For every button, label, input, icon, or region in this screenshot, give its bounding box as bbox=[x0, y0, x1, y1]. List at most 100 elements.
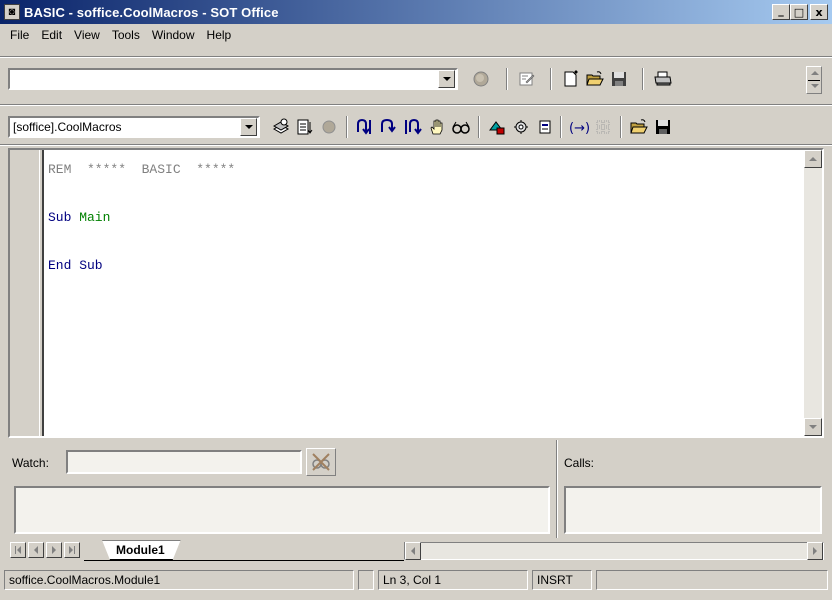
maximize-icon: □ bbox=[793, 5, 805, 19]
editor-vertical-scrollbar[interactable] bbox=[804, 150, 822, 436]
status-position: Ln 3, Col 1 bbox=[378, 570, 528, 590]
chevron-down-icon bbox=[809, 425, 817, 429]
next-tab-button[interactable] bbox=[46, 542, 62, 558]
toolbar-divider bbox=[620, 116, 622, 138]
status-spacer bbox=[358, 570, 374, 590]
step-out-icon[interactable] bbox=[402, 116, 424, 138]
code-keyword: End Sub bbox=[48, 258, 103, 273]
chevron-down-icon bbox=[244, 125, 253, 129]
menu-file[interactable]: File bbox=[4, 28, 35, 42]
library-selected: [soffice].CoolMacros bbox=[13, 120, 122, 134]
url-dropdown-button[interactable] bbox=[438, 70, 455, 88]
run-icon[interactable] bbox=[294, 116, 316, 138]
scroll-up-icon bbox=[811, 71, 819, 75]
toolbar-divider bbox=[478, 116, 480, 138]
minimize-button[interactable]: _ bbox=[772, 4, 790, 20]
toolbar-divider bbox=[506, 68, 508, 90]
app-icon[interactable]: ◙ bbox=[4, 4, 20, 20]
enable-watch-icon[interactable] bbox=[450, 116, 472, 138]
last-tab-button[interactable] bbox=[64, 542, 80, 558]
open-folder-icon[interactable] bbox=[584, 68, 606, 90]
breakpoint-gutter[interactable] bbox=[10, 150, 44, 436]
watch-input[interactable] bbox=[66, 450, 302, 474]
code-identifier: Main bbox=[71, 210, 111, 225]
tab-module1[interactable]: Module1 bbox=[102, 540, 181, 560]
toolbar-scroll-control[interactable] bbox=[806, 66, 822, 94]
scroll-down-icon bbox=[811, 84, 819, 88]
first-tab-icon bbox=[15, 546, 21, 554]
scroll-up-button[interactable] bbox=[804, 150, 822, 168]
window-bottom-edge bbox=[0, 592, 832, 600]
editor-horizontal-scrollbar[interactable] bbox=[404, 542, 824, 560]
stop-macro-icon[interactable] bbox=[318, 116, 340, 138]
remove-watch-button[interactable] bbox=[306, 448, 336, 476]
compile-icon[interactable] bbox=[270, 116, 292, 138]
code-line: REM ***** BASIC ***** bbox=[48, 158, 235, 182]
toolbar-divider bbox=[560, 116, 562, 138]
menu-bar: File Edit View Tools Window Help bbox=[0, 24, 832, 46]
menu-help[interactable]: Help bbox=[201, 28, 238, 42]
breakpoint-hand-icon[interactable] bbox=[426, 116, 448, 138]
watch-pane: Watch: bbox=[8, 440, 556, 538]
chevron-up-icon bbox=[809, 157, 817, 161]
controls-icon[interactable] bbox=[592, 116, 614, 138]
new-document-icon[interactable] bbox=[560, 68, 582, 90]
dialog-icon[interactable] bbox=[534, 116, 556, 138]
chevron-right-icon bbox=[813, 547, 817, 555]
menu-window[interactable]: Window bbox=[146, 28, 201, 42]
edit-file-icon[interactable] bbox=[516, 68, 538, 90]
minimize-icon: _ bbox=[778, 3, 784, 17]
chevron-right-icon bbox=[52, 546, 56, 554]
scroll-right-button[interactable] bbox=[807, 542, 823, 560]
insert-source-icon[interactable] bbox=[628, 116, 650, 138]
macros-icon[interactable] bbox=[486, 116, 508, 138]
scroll-down-button[interactable] bbox=[804, 418, 822, 436]
save-icon[interactable] bbox=[608, 68, 630, 90]
toolbar-divider bbox=[642, 68, 644, 90]
close-button[interactable]: x bbox=[810, 4, 828, 20]
toolbar-separator bbox=[0, 56, 832, 58]
library-combo[interactable]: [soffice].CoolMacros bbox=[8, 116, 260, 138]
code-keyword: Sub bbox=[48, 210, 72, 225]
gutter-margin[interactable] bbox=[20, 150, 40, 436]
library-dropdown-button[interactable] bbox=[240, 118, 257, 136]
stop-icon[interactable] bbox=[470, 68, 492, 90]
tab-baseline bbox=[84, 560, 404, 561]
find-parentheses-icon[interactable]: (→) bbox=[568, 116, 590, 138]
calls-pane: Calls: bbox=[558, 440, 824, 538]
step-over-icon[interactable] bbox=[378, 116, 400, 138]
step-into-icon[interactable] bbox=[354, 116, 376, 138]
title-bar[interactable]: ◙ BASIC - soffice.CoolMacros - SOT Offic… bbox=[0, 0, 832, 24]
window-title: BASIC - soffice.CoolMacros - SOT Office bbox=[24, 4, 279, 20]
first-tab-button[interactable] bbox=[10, 542, 26, 558]
calls-list[interactable] bbox=[564, 486, 822, 534]
function-toolbar bbox=[0, 62, 832, 96]
remove-watch-icon bbox=[312, 453, 330, 471]
svg-text:(→): (→) bbox=[569, 121, 590, 136]
menu-tools[interactable]: Tools bbox=[106, 28, 146, 42]
status-bar: soffice.CoolMacros.Module1 Ln 3, Col 1 I… bbox=[0, 568, 832, 592]
watch-label: Watch: bbox=[12, 456, 49, 470]
maximize-button[interactable]: □ bbox=[790, 4, 808, 20]
menu-edit[interactable]: Edit bbox=[35, 28, 68, 42]
code-area[interactable]: REM ***** BASIC ***** Sub Main End Sub bbox=[48, 158, 235, 278]
scroll-left-button[interactable] bbox=[405, 542, 421, 560]
menu-view[interactable]: View bbox=[68, 28, 106, 42]
modules-icon[interactable] bbox=[510, 116, 532, 138]
toolbar-divider bbox=[550, 68, 552, 90]
print-icon[interactable] bbox=[652, 68, 674, 90]
chevron-down-icon bbox=[442, 77, 451, 81]
code-editor[interactable]: REM ***** BASIC ***** Sub Main End Sub bbox=[8, 148, 824, 438]
code-comment: REM ***** BASIC ***** bbox=[48, 162, 236, 177]
url-combo[interactable] bbox=[8, 68, 458, 90]
close-icon: x bbox=[815, 5, 823, 19]
basic-ide-toolbar: [soffice].CoolMacros (→) bbox=[0, 110, 832, 144]
chevron-left-icon bbox=[34, 546, 38, 554]
save-source-icon[interactable] bbox=[652, 116, 674, 138]
watch-list[interactable] bbox=[14, 486, 550, 534]
previous-tab-button[interactable] bbox=[28, 542, 44, 558]
last-tab-icon bbox=[69, 546, 75, 554]
status-module: soffice.CoolMacros.Module1 bbox=[4, 570, 354, 590]
